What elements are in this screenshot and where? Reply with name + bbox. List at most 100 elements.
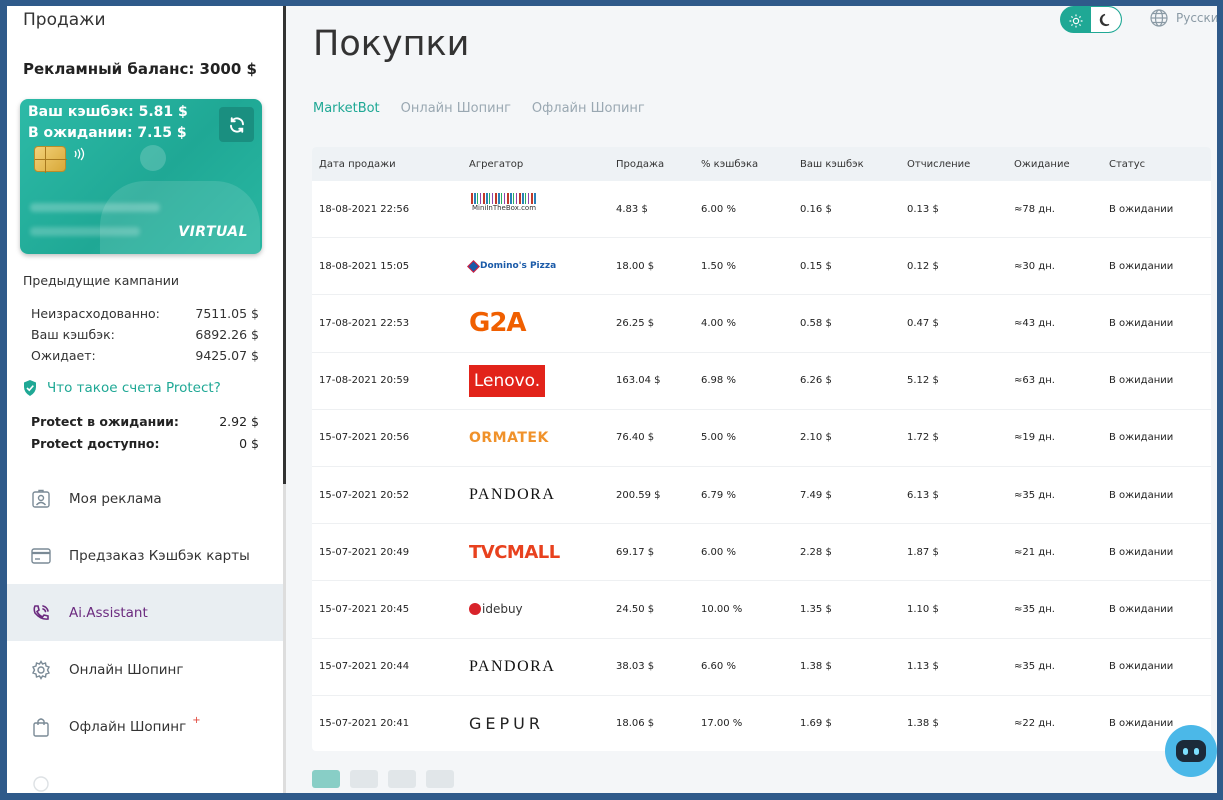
robot-icon [1176, 740, 1206, 762]
app-frame: Продажи Рекламный баланс: 3000 $ Ваш кэш… [7, 6, 1217, 793]
cell-cashback: 6.26 $ [800, 375, 832, 387]
ormatek-logo: ORMATEK [469, 429, 549, 446]
table-row[interactable]: 15-07-2021 20:56 ORMATEK 76.40 $ 5.00 % … [312, 410, 1211, 467]
assistant-bot-button[interactable] [1165, 725, 1217, 777]
cell-wait: ≈30 дн. [1014, 260, 1055, 272]
credit-card-icon [31, 546, 51, 566]
theme-toggle[interactable] [1060, 6, 1122, 33]
col-header[interactable]: Ожидание [1007, 159, 1102, 170]
menu-item-online-shopping[interactable]: Онлайн Шопинг [7, 641, 283, 698]
cell-status: В ожидании [1109, 546, 1174, 558]
ad-balance: Рекламный баланс: 3000 $ [23, 60, 257, 78]
tab-offline-shopping[interactable]: Офлайн Шопинг [532, 101, 645, 116]
pandora-logo: PANDORA [469, 657, 556, 675]
cell-cashback: 2.10 $ [800, 432, 832, 444]
card-cashback: Ваш кэшбэк: 5.81 $ [28, 104, 188, 120]
cell-wait: ≈21 дн. [1014, 546, 1055, 558]
refresh-icon [229, 116, 244, 133]
cell-aggregator: PANDORA [462, 479, 609, 511]
cell-percent: 6.79 % [701, 489, 736, 501]
cell-wait: ≈43 дн. [1014, 317, 1055, 329]
cell-sale: 4.83 $ [616, 203, 648, 215]
col-header[interactable]: Агрегатор [462, 159, 609, 170]
col-header[interactable]: Дата продажи [312, 159, 462, 170]
cell-aggregator: GEPUR [462, 708, 609, 740]
page-button[interactable] [426, 770, 454, 788]
cell-deduction: 1.13 $ [907, 661, 939, 673]
cell-date: 18-08-2021 22:56 [319, 203, 410, 215]
tvcmall-logo: TVCMALL [469, 541, 560, 563]
cell-wait: ≈78 дн. [1014, 203, 1055, 215]
sidebar: Продажи Рекламный баланс: 3000 $ Ваш кэш… [7, 6, 283, 793]
menu-item-card-preorder[interactable]: Предзаказ Кэшбэк карты [7, 527, 283, 584]
sun-icon[interactable] [1061, 7, 1091, 32]
refresh-button[interactable] [219, 107, 254, 142]
tab-marketbot[interactable]: MarketBot [313, 101, 380, 116]
cell-percent: 5.00 % [701, 432, 736, 444]
cell-status: В ожидании [1109, 603, 1174, 615]
table-row[interactable]: 15-07-2021 20:44 PANDORA 38.03 $ 6.60 % … [312, 639, 1211, 696]
table-row[interactable]: 17-08-2021 22:53 G2A 26.25 $ 4.00 % 0.58… [312, 295, 1211, 353]
cell-cashback: 1.35 $ [800, 603, 832, 615]
purchases-table: Дата продажи Агрегатор Продажа % кэшбэка… [312, 147, 1211, 751]
stat-unspent: Неизрасходованно: 7511.05 $ [31, 306, 259, 321]
menu-item-more[interactable] [7, 755, 283, 793]
col-header[interactable]: Ваш кэшбэк [793, 159, 900, 170]
table-row[interactable]: 18-08-2021 15:05 Domino's Pizza 18.00 $ … [312, 238, 1211, 296]
col-header[interactable]: Отчисление [900, 159, 1007, 170]
table-row[interactable]: 15-07-2021 20:45 idebuy 24.50 $ 10.00 % … [312, 581, 1211, 639]
cell-date: 17-08-2021 22:53 [319, 317, 410, 329]
gepur-logo: GEPUR [469, 714, 544, 734]
cell-date: 18-08-2021 15:05 [319, 260, 410, 272]
moon-icon[interactable] [1091, 7, 1121, 32]
cell-status: В ожидании [1109, 432, 1174, 444]
menu-item-offline-shopping[interactable]: Офлайн Шопинг + [7, 698, 283, 755]
tab-bar: MarketBot Онлайн Шопинг Офлайн Шопинг [313, 101, 645, 116]
cell-sale: 24.50 $ [616, 603, 655, 615]
language-selector[interactable]: Русский [1150, 9, 1217, 27]
virtual-card: Ваш кэшбэк: 5.81 $ В ожидании: 7.15 $ VI… [20, 99, 262, 254]
user-card-icon [31, 489, 51, 509]
cell-sale: 18.06 $ [616, 718, 655, 730]
table-row[interactable]: 15-07-2021 20:52 PANDORA 200.59 $ 6.79 %… [312, 467, 1211, 525]
cell-date: 15-07-2021 20:56 [319, 432, 410, 444]
protect-available: Protect доступно: 0 $ [31, 436, 259, 451]
table-header: Дата продажи Агрегатор Продажа % кэшбэка… [312, 147, 1211, 181]
cell-date: 17-08-2021 20:59 [319, 375, 410, 387]
page-button[interactable] [350, 770, 378, 788]
chip-icon [34, 146, 67, 173]
col-header[interactable]: Статус [1102, 159, 1211, 170]
cell-aggregator: Domino's Pizza [462, 250, 609, 282]
cell-wait: ≈35 дн. [1014, 489, 1055, 501]
table-row[interactable]: 15-07-2021 20:41 GEPUR 18.06 $ 17.00 % 1… [312, 696, 1211, 751]
page-button[interactable] [312, 770, 340, 788]
cell-aggregator: PANDORA [462, 651, 609, 683]
page-button[interactable] [388, 770, 416, 788]
cell-date: 15-07-2021 20:44 [319, 661, 410, 673]
cell-deduction: 1.72 $ [907, 432, 939, 444]
sidebar-title: Продажи [23, 10, 106, 30]
table-row[interactable]: 18-08-2021 22:56 MiniInTheBox.com 4.83 $… [312, 181, 1211, 239]
pagination [312, 770, 454, 788]
protect-info-link[interactable]: Что такое счета Protect? [23, 380, 221, 396]
cell-aggregator: Lenovo. [462, 364, 609, 397]
dominos-logo: Domino's Pizza [467, 250, 609, 282]
col-header[interactable]: % кэшбэка [694, 159, 793, 170]
cell-sale: 163.04 $ [616, 375, 661, 387]
cell-deduction: 5.12 $ [907, 375, 939, 387]
pandora-logo: PANDORA [469, 486, 556, 504]
contactless-icon [72, 147, 86, 165]
shield-icon [24, 380, 36, 396]
menu-item-my-ads[interactable]: Моя реклама [7, 470, 283, 527]
table-row[interactable]: 15-07-2021 20:49 TVCMALL 69.17 $ 6.00 % … [312, 524, 1211, 582]
menu-item-ai-assistant[interactable]: Ai.Assistant [7, 584, 283, 641]
cell-wait: ≈22 дн. [1014, 718, 1055, 730]
cell-cashback: 0.15 $ [800, 260, 832, 272]
cell-wait: ≈63 дн. [1014, 375, 1055, 387]
cell-deduction: 1.10 $ [907, 603, 939, 615]
cell-cashback: 1.38 $ [800, 661, 832, 673]
table-row[interactable]: 17-08-2021 20:59 Lenovo. 163.04 $ 6.98 %… [312, 353, 1211, 410]
cell-status: В ожидании [1109, 203, 1174, 215]
tab-online-shopping[interactable]: Онлайн Шопинг [401, 101, 511, 116]
col-header[interactable]: Продажа [609, 159, 694, 170]
